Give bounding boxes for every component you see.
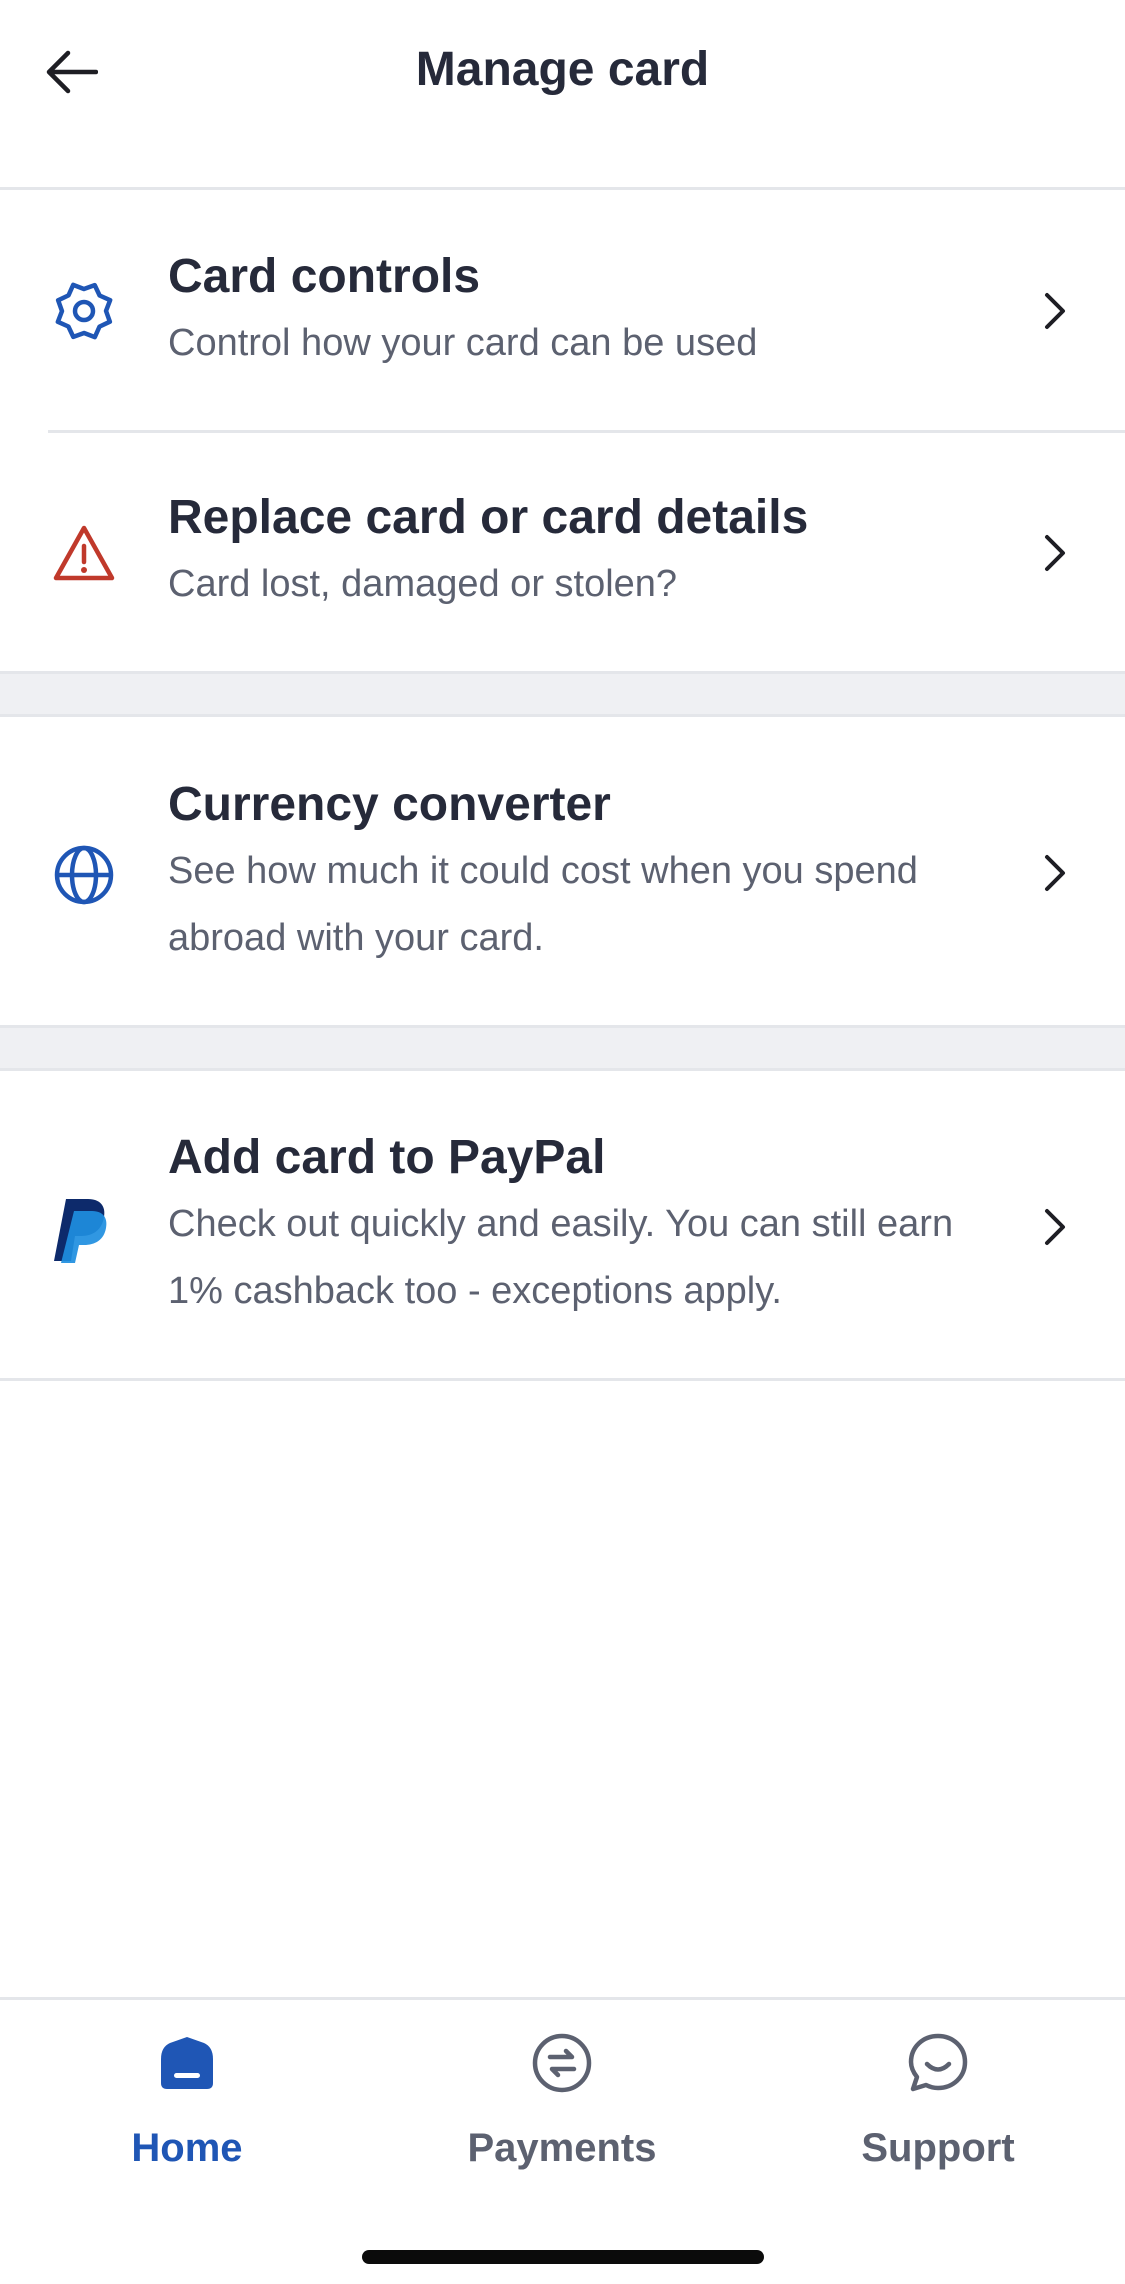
home-icon: [152, 2028, 222, 2098]
row-title: Add card to PayPal: [168, 1131, 606, 1184]
bottom-tab-bar: Home Payments Support: [0, 1997, 1125, 2284]
transfer-icon: [527, 2028, 597, 2098]
card-controls-row[interactable]: Card controls Control how your card can …: [0, 193, 1125, 430]
gear-icon: [50, 277, 118, 345]
tab-label: Support: [861, 2126, 1015, 2170]
row-subtitle: See how much it could cost when you spen…: [168, 850, 918, 959]
tab-support[interactable]: Support: [808, 2028, 1068, 2198]
globe-icon: [50, 841, 118, 909]
warning-triangle-icon: [50, 519, 118, 587]
card-controls-text: Card controls Control how your card can …: [168, 246, 1018, 377]
chevron-right-icon: [1035, 843, 1075, 903]
paypal-logo-icon: [46, 1197, 114, 1265]
header: Manage card: [0, 0, 1125, 190]
row-subtitle: Card lost, damaged or stolen?: [168, 563, 678, 605]
chevron-right-icon: [1035, 1197, 1075, 1257]
divider: [0, 1378, 1125, 1381]
chevron-right-icon: [1035, 281, 1075, 341]
tab-label: Home: [131, 2126, 243, 2170]
currency-converter-text: Currency converter See how much it could…: [168, 774, 1018, 972]
chevron-right-icon: [1035, 523, 1075, 583]
home-indicator: [362, 2250, 764, 2264]
row-title: Card controls: [168, 250, 481, 303]
add-to-paypal-text: Add card to PayPal Check out quickly and…: [168, 1127, 1018, 1325]
replace-card-text: Replace card or card details Card lost, …: [168, 487, 1018, 618]
tab-home[interactable]: Home: [57, 2028, 317, 2198]
replace-card-row[interactable]: Replace card or card details Card lost, …: [0, 433, 1125, 671]
currency-converter-row[interactable]: Currency converter See how much it could…: [0, 717, 1125, 1025]
row-subtitle: Check out quickly and easily. You can st…: [168, 1203, 954, 1312]
section-separator: [0, 1025, 1125, 1071]
chat-icon: [903, 2028, 973, 2098]
section-separator: [0, 671, 1125, 717]
page-title: Manage card: [415, 43, 710, 96]
row-title: Currency converter: [168, 778, 611, 831]
tab-payments[interactable]: Payments: [432, 2028, 692, 2198]
add-to-paypal-row[interactable]: Add card to PayPal Check out quickly and…: [0, 1071, 1125, 1378]
row-title: Replace card or card details: [168, 491, 809, 544]
row-subtitle: Control how your card can be used: [168, 322, 758, 364]
tab-label: Payments: [467, 2126, 657, 2170]
